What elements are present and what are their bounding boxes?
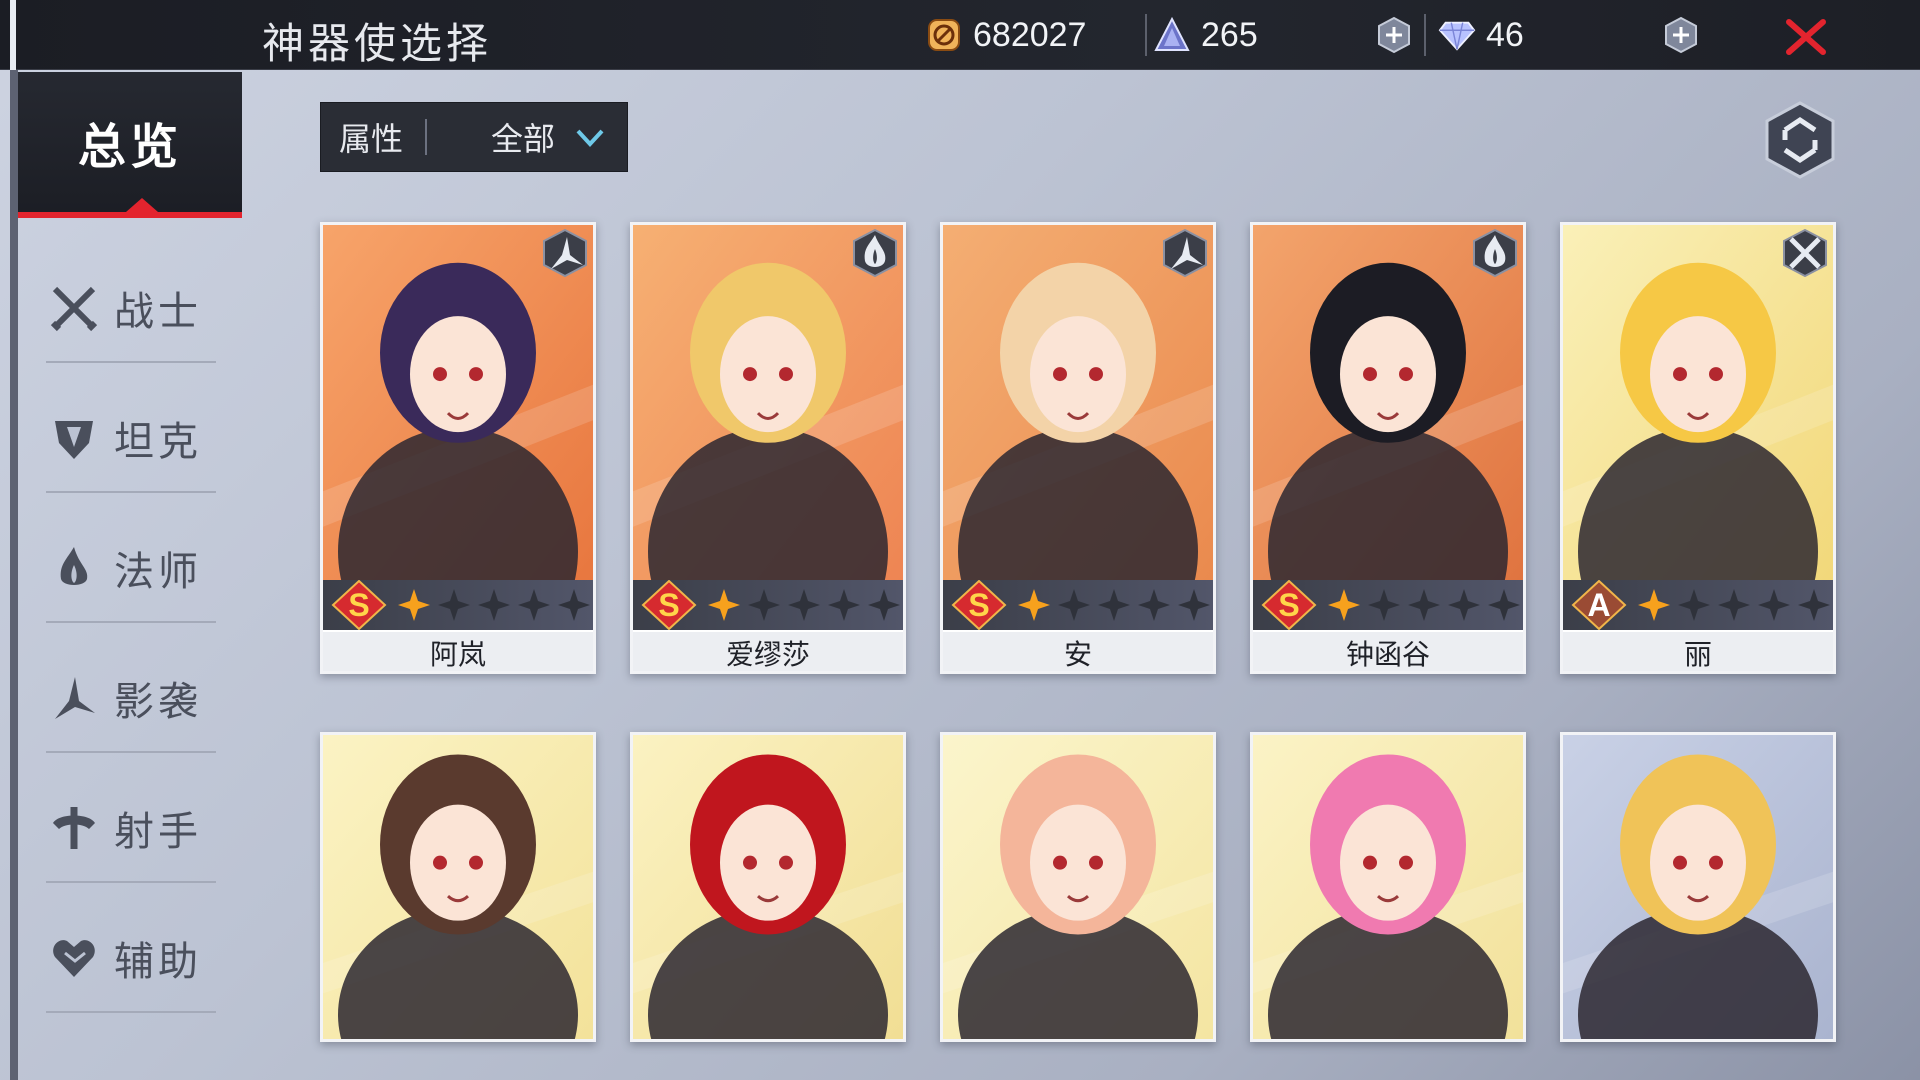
attribute-filter-dropdown[interactable]: 属性 全部 [320,102,628,172]
character-card[interactable] [630,732,906,1042]
diamond-icon [1438,16,1476,54]
coin-value: 682027 [973,15,1087,54]
assassin-icon [1161,228,1209,278]
character-card[interactable] [1560,732,1836,1042]
character-card[interactable] [940,732,1216,1042]
tank-icon [46,410,102,466]
svg-text:S: S [1278,587,1299,623]
crystal-icon [1153,16,1191,54]
sidebar-item-label: 射手 [114,809,202,855]
add-diamond-button[interactable] [1662,16,1700,54]
add-crystal-button[interactable] [1375,16,1413,54]
character-name: 丽 [1563,630,1833,671]
sidebar-edge [10,70,18,1080]
coin-resource: 682027 [925,14,1086,56]
svg-text:S: S [658,587,679,623]
diamond-resource: 46 [1438,14,1524,56]
mage-icon [46,540,102,596]
character-portrait [323,225,593,580]
svg-text:S: S [348,587,369,623]
crystal-value: 265 [1201,15,1258,54]
character-card[interactable] [320,732,596,1042]
sidebar-item-tank[interactable]: 坦克 [46,385,216,493]
page-title: 神器使选择 [262,19,493,68]
support-icon [46,930,102,986]
assassin-icon [541,228,589,278]
rank-and-stars: S [943,580,1213,630]
sidebar-item-label: 战士 [114,289,202,335]
rank-and-stars: S [323,580,593,630]
character-name: 钟函谷 [1253,630,1523,671]
mage-icon [851,228,899,278]
character-portrait [633,735,903,1039]
sidebar-item-marksman[interactable]: 射手 [46,775,216,883]
tab-overview-label: 总览 [77,119,182,175]
assassin-icon [46,670,102,726]
filter-value: 全部 [491,120,556,158]
rank-and-stars: S [1253,580,1523,630]
filter-label: 属性 [339,120,404,158]
active-tab-indicator [126,198,158,212]
filter-divider [425,119,428,155]
diamond-value: 46 [1486,15,1524,54]
character-card[interactable]: S 安 [940,222,1216,674]
character-card[interactable]: S 爱缪莎 [630,222,906,674]
sidebar-item-mage[interactable]: 法师 [46,515,216,623]
warrior-icon [1781,228,1829,278]
character-portrait [1563,225,1833,580]
character-card[interactable] [1250,732,1526,1042]
character-name: 阿岚 [323,630,593,671]
character-card[interactable]: S 阿岚 [320,222,596,674]
coin-icon [925,16,963,54]
character-portrait [943,225,1213,580]
close-icon[interactable] [1783,14,1829,60]
character-portrait [1563,735,1833,1039]
sidebar-item-label: 影袭 [114,679,202,725]
sidebar-item-label: 辅助 [114,939,202,985]
svg-text:A: A [1587,587,1610,623]
rank-and-stars: S [633,580,903,630]
tab-overview[interactable]: 总览 [18,72,242,218]
character-name: 安 [943,630,1213,671]
character-card[interactable]: A 丽 [1560,222,1836,674]
svg-text:S: S [968,587,989,623]
top-accent-bar [10,0,16,70]
character-portrait [323,735,593,1039]
sidebar-item-assassin[interactable]: 影袭 [46,645,216,753]
character-portrait [943,735,1213,1039]
mage-icon [1471,228,1519,278]
character-portrait [633,225,903,580]
rank-and-stars: A [1563,580,1833,630]
crystal-resource: 265 [1153,14,1258,56]
top-bar: 神器使选择 682027 265 46 [0,0,1920,70]
resource-divider [1145,14,1147,56]
character-portrait [1253,225,1523,580]
warrior-icon [46,280,102,336]
refresh-icon[interactable] [1763,100,1837,180]
sidebar-item-label: 坦克 [114,419,202,465]
sidebar-item-support[interactable]: 辅助 [46,905,216,1013]
marksman-icon [46,800,102,856]
chevron-down-icon [576,129,604,147]
character-card[interactable]: S 钟函谷 [1250,222,1526,674]
sidebar-item-warrior[interactable]: 战士 [46,255,216,363]
resource-divider [1424,14,1426,56]
character-name: 爱缪莎 [633,630,903,671]
sidebar-item-label: 法师 [114,549,202,595]
character-portrait [1253,735,1523,1039]
